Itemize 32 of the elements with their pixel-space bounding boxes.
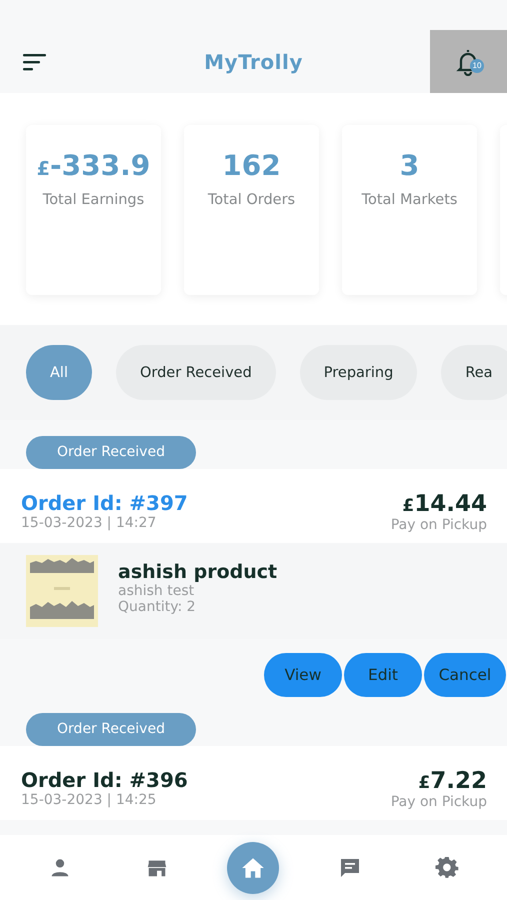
stat-value: £-333.9 bbox=[36, 149, 150, 182]
stat-value: 162 bbox=[222, 149, 281, 182]
order-amount: £14.44 bbox=[402, 491, 487, 517]
payment-method: Pay on Pickup bbox=[390, 794, 487, 810]
filter-chip[interactable]: Preparing bbox=[300, 345, 418, 400]
order-date: 15-03-2023 | 14:25 bbox=[21, 792, 158, 808]
app-title: MyTrolly bbox=[203, 50, 304, 74]
product-name: ashish product bbox=[118, 561, 278, 583]
order-action-button[interactable]: Cancel bbox=[424, 653, 506, 697]
payment-method: Pay on Pickup bbox=[390, 517, 487, 533]
status-badge: Order Received bbox=[26, 436, 196, 469]
settings-icon bbox=[434, 856, 459, 880]
menu-icon[interactable] bbox=[23, 52, 47, 70]
order-date: 15-03-2023 | 14:27 bbox=[21, 515, 158, 531]
product-description: ashish test bbox=[118, 583, 196, 599]
notification-badge: 10 bbox=[470, 59, 484, 73]
order-action-button[interactable]: View bbox=[264, 653, 342, 697]
stat-label: Total Markets bbox=[362, 192, 458, 208]
stat-label: Total Orders bbox=[208, 192, 296, 208]
order-action-button[interactable]: Edit bbox=[344, 653, 422, 697]
order-id[interactable]: Order Id: #396 bbox=[21, 768, 188, 792]
stat-value: 3 bbox=[400, 149, 420, 182]
product-quantity: Quantity: 2 bbox=[118, 599, 197, 615]
order-amount: £7.22 bbox=[418, 768, 487, 794]
status-badge: Order Received bbox=[26, 713, 196, 746]
filter-chip[interactable]: All bbox=[26, 345, 92, 400]
order-id[interactable]: Order Id: #397 bbox=[21, 491, 188, 515]
filter-chip[interactable]: Order Received bbox=[116, 345, 276, 400]
nav-home-button[interactable] bbox=[227, 842, 280, 894]
stat-label: Total Earnings bbox=[42, 192, 144, 208]
notification-button[interactable]: 10 bbox=[430, 30, 507, 93]
filter-chip[interactable]: Rea bbox=[441, 345, 507, 400]
